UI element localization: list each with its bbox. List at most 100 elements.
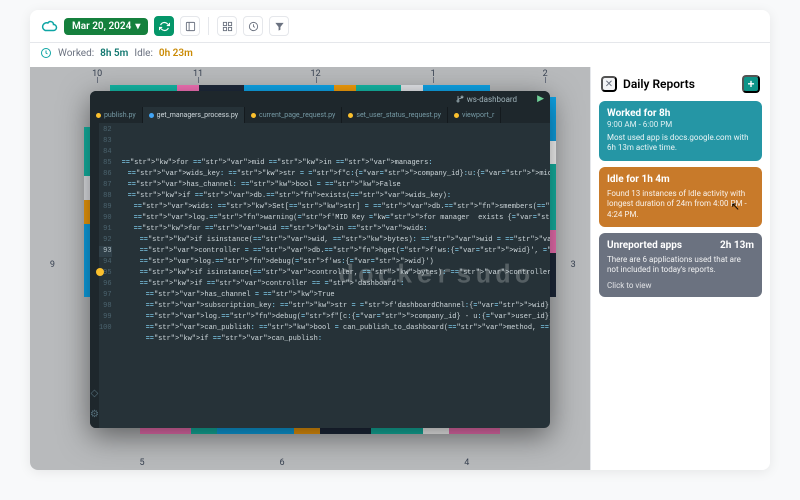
line-number: 98 [99,301,112,312]
line-number: 91 [99,224,112,235]
status-bar: Worked: 8h 5m Idle: 0h 23m [30,43,770,67]
grid-view-button[interactable] [217,16,237,36]
hour-label: 3 [571,260,576,270]
captured-editor-window[interactable]: ws-dashboard ▶ publish.py get_managers_pr… [90,91,550,428]
toolbar: Mar 20, 2024 ▾ [30,10,770,43]
code-line[interactable]: =="str">"kw">for =="str">"var">wid =="st… [116,224,550,235]
settings-icon[interactable]: ⚙ [90,409,99,420]
layout-toggle-button[interactable] [180,16,200,36]
code-line[interactable]: =="str">"var">has_channel = =="str">"kw"… [116,290,550,301]
panel-header: ✕ Daily Reports + [591,67,770,101]
code-line[interactable]: =="str">"var">has_channel: =="str">"kw">… [116,180,550,191]
tab-label: get_managers_process.py [157,111,238,119]
code-line[interactable]: =="str">"kw">if =="str">"var">controller… [116,279,550,290]
report-card[interactable]: Idle for 1h 4mFound 13 instances of Idle… [599,167,762,227]
hour-label: 9 [50,260,55,270]
cloud-icon [40,17,58,35]
line-number: 96 [99,279,112,290]
main-split: 10 11 12 1 2 9 3 5 6 4 [30,67,770,470]
report-card[interactable]: Unreported apps 2h 13m There are 6 applica… [599,233,762,297]
clock-button[interactable] [243,16,263,36]
report-card[interactable]: Worked for 8h9:00 AM - 6:00 PM Most used … [599,101,762,161]
activity-stripe [140,427,500,434]
code-line[interactable]: =="str">"kw">if =="str">"var">db.=="str"… [116,191,550,202]
tab-label: viewport_r [462,111,494,119]
card-duration: 2h 13m [720,240,754,251]
code-line[interactable]: =="str">"var">log.=="str">"fn">debug(="s… [116,257,550,268]
separator [208,17,209,35]
code-line[interactable]: =="str">"var">log.=="str">"fn">debug(="s… [116,312,550,323]
card-body: There are 6 applications used that are n… [607,255,754,276]
line-number: 93 [99,246,112,257]
line-number: 99 [99,312,112,323]
modified-icon [348,113,353,118]
card-body: Most used app is docs.google.com with 6h… [607,133,754,154]
editor-tab[interactable]: get_managers_process.py [143,107,245,123]
cursor-icon: ↖ [731,200,740,213]
project-branch: ws-dashboard [456,95,517,104]
report-cards: Worked for 8h9:00 AM - 6:00 PM Most used … [591,101,770,297]
add-report-button[interactable]: + [742,75,760,93]
run-icon[interactable]: ▶ [537,94,544,104]
card-title: Unreported apps [607,240,682,251]
modified-icon [96,113,101,118]
code-area[interactable]: dockersudo =="str">"kw">for =="str">"var… [116,123,550,428]
filter-button[interactable] [269,16,289,36]
line-number: 89 [99,202,112,213]
refresh-button[interactable] [154,16,174,36]
date-label: Mar 20, 2024 [72,21,131,32]
code-line[interactable]: =="str">"kw">if isinstance(=="str">"var"… [116,268,550,279]
card-subtitle: 9:00 AM - 6:00 PM [607,120,754,129]
editor-tab[interactable]: publish.py [90,107,143,123]
card-cta[interactable]: Click to view [607,281,754,290]
line-number: 88 [99,191,112,202]
line-number: 86 [99,169,112,180]
bulb-icon[interactable] [96,268,104,276]
code-line[interactable]: =="str">"var">can_publish: =="str">"kw">… [116,323,550,334]
line-number: 94 [99,257,112,268]
tab-label: set_user_status_request.py [356,111,441,119]
panel-title: Daily Reports [623,77,736,91]
line-number: 100 [99,323,112,334]
editor-tab[interactable]: viewport_r [448,107,501,123]
python-file-icon [149,113,154,118]
editor-titlebar: ws-dashboard ▶ [90,91,550,107]
editor-body: ◇ ⚙ 828384858687888990919293949596979899… [90,123,550,428]
code-line[interactable]: =="str">"var">subscription_key: =="str">… [116,301,550,312]
code-line[interactable]: =="str">"kw">for =="str">"var">mid =="st… [116,158,550,169]
code-line[interactable]: =="str">"kw">if isinstance(=="str">"var"… [116,235,550,246]
tick [545,77,546,83]
activity-stripe [549,97,556,297]
editor-tabs: publish.py get_managers_process.py current… [90,107,550,123]
worked-value: 8h 5m [100,48,128,59]
card-title: Worked for 8h [607,108,670,119]
editor-tab[interactable]: set_user_status_request.py [342,107,448,123]
line-number: 92 [99,235,112,246]
code-line[interactable]: =="str">"kw">if =="str">"var">can_publis… [116,334,550,345]
hour-label: 5 [139,458,144,468]
close-panel-button[interactable]: ✕ [601,76,617,92]
code-line[interactable]: =="str">"var">wids_key: =="str">"kw">str… [116,169,550,180]
line-number: 97 [99,290,112,301]
line-number: 87 [99,180,112,191]
tick [433,77,434,83]
tick [198,77,199,83]
project-icon[interactable]: ◇ [91,388,99,399]
idle-value: 0h 23m [159,48,193,59]
line-number: 82 [99,125,112,136]
hour-label: 4 [464,458,469,468]
editor-tab[interactable]: current_page_request.py [245,107,342,123]
radial-timeline[interactable]: 10 11 12 1 2 9 3 5 6 4 [30,67,590,470]
line-number: 83 [99,136,112,147]
line-number: 84 [99,147,112,158]
line-number: 85 [99,158,112,169]
worked-label: Worked: [58,48,94,59]
tick [97,77,98,83]
line-number: 90 [99,213,112,224]
app-frame: Mar 20, 2024 ▾ Worked: 8h 5m Idle: 0h 23… [30,10,770,470]
code-line[interactable]: =="str">"var">controller = =="str">"var"… [116,246,550,257]
date-picker[interactable]: Mar 20, 2024 ▾ [64,18,148,35]
code-line[interactable]: =="str">"var">log.=="str">"fn">warning(=… [116,213,550,224]
chevron-down-icon: ▾ [135,21,140,32]
code-line[interactable]: =="str">"var">wids: =="str">"kw">Set[=="… [116,202,550,213]
